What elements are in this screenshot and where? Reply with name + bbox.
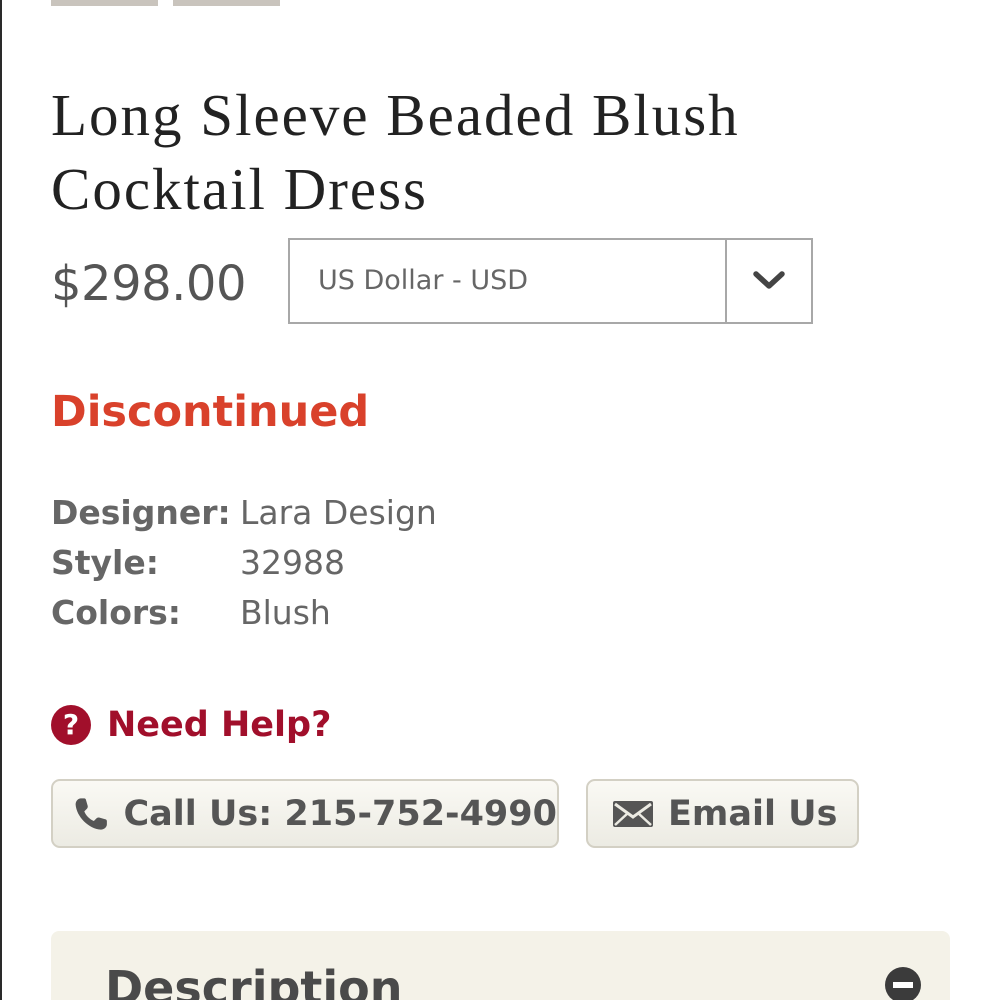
spec-row-designer: Designer: Lara Design <box>51 488 437 538</box>
email-us-button[interactable]: Email Us <box>586 779 859 848</box>
phone-icon <box>75 797 107 830</box>
description-title: Description <box>105 961 403 1000</box>
spec-row-style: Style: 32988 <box>51 538 437 588</box>
product-thumbnail[interactable] <box>51 0 158 6</box>
minus-circle-icon[interactable] <box>885 967 921 1000</box>
chevron-down-icon[interactable] <box>725 240 811 322</box>
spec-value: 32988 <box>240 543 345 582</box>
spec-value: Lara Design <box>240 493 437 532</box>
spec-value: Blush <box>240 593 331 632</box>
currency-select[interactable]: US Dollar - USD <box>288 238 813 324</box>
product-specs: Designer: Lara Design Style: 32988 Color… <box>51 488 437 638</box>
page-edge-divider <box>0 0 2 1000</box>
spec-label: Designer: <box>51 493 231 532</box>
need-help-heading: ? Need Help? <box>51 705 331 745</box>
spec-label: Colors: <box>51 593 181 632</box>
call-us-label: Call Us: 215-752-4990 <box>123 793 557 834</box>
product-thumbnail[interactable] <box>173 0 280 6</box>
email-us-label: Email Us <box>668 793 838 834</box>
question-icon: ? <box>51 705 91 745</box>
currency-selected-value: US Dollar - USD <box>318 265 529 296</box>
status-badge: Discontinued <box>51 387 370 437</box>
spec-label: Style: <box>51 543 159 582</box>
need-help-label: Need Help? <box>107 705 332 745</box>
product-title: Long Sleeve Beaded Blush Cocktail Dress <box>51 82 740 222</box>
spec-row-colors: Colors: Blush <box>51 588 437 638</box>
description-accordion[interactable]: Description <box>51 931 950 1000</box>
product-price: $298.00 <box>51 256 247 312</box>
envelope-icon <box>613 800 653 827</box>
call-us-button[interactable]: Call Us: 215-752-4990 <box>51 779 559 848</box>
